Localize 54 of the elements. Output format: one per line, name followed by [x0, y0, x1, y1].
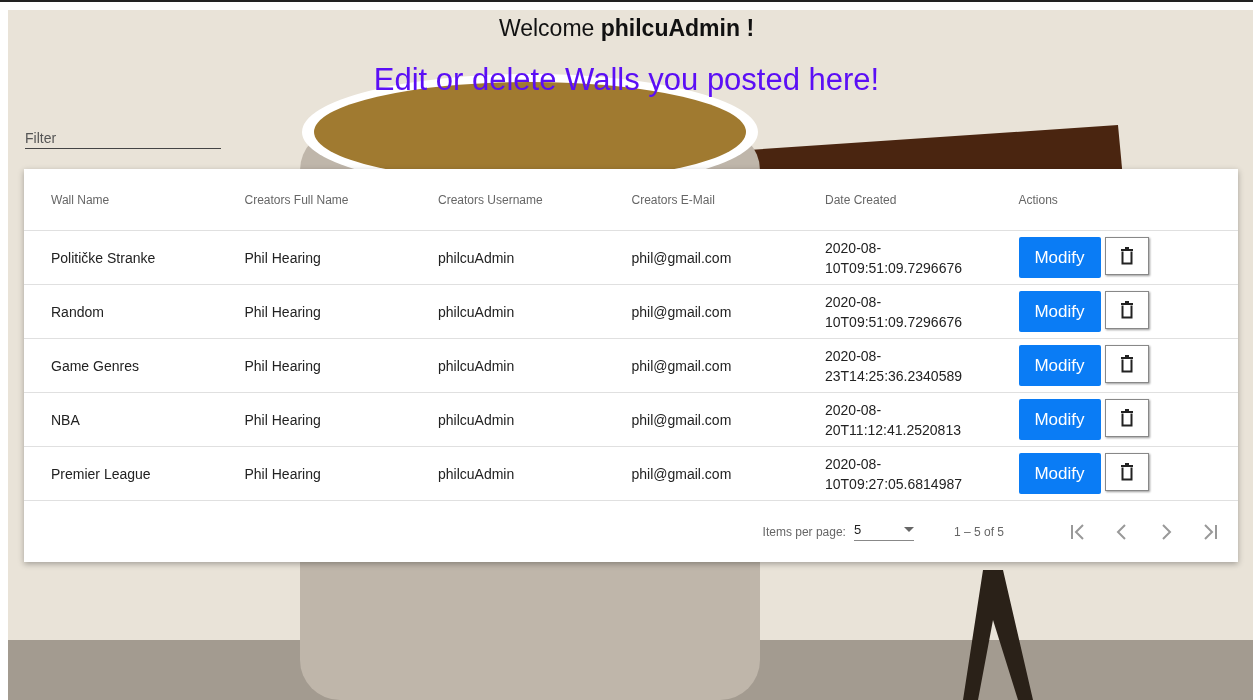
page-size-select[interactable]: 5 [853, 522, 914, 541]
table-cell-text: phil@gmail.com [631, 249, 733, 266]
trash-icon [1119, 247, 1134, 265]
delete-button[interactable] [1104, 453, 1149, 491]
table-cell-text: philcuAdmin [438, 303, 516, 320]
filter-field[interactable]: Filter [25, 128, 221, 149]
modify-button[interactable]: Modify [1018, 345, 1101, 386]
column-header[interactable]: Date Created [825, 192, 1019, 207]
delete-button[interactable] [1104, 237, 1149, 275]
modify-button[interactable]: Modify [1018, 291, 1101, 332]
trash-icon [1119, 301, 1134, 319]
table-cell-text: phil@gmail.com [631, 303, 733, 320]
delete-button[interactable] [1104, 345, 1149, 383]
table-cell-text: 2020-08-10T09:51:09.7296676 [825, 238, 963, 278]
table-cell-text: Random [51, 303, 105, 320]
column-header[interactable]: Creators E-Mail [631, 192, 825, 207]
table-cell-text: philcuAdmin [438, 465, 516, 482]
table-cell-text: Phil Hearing [244, 303, 322, 320]
trash-icon [1119, 463, 1134, 481]
table-cell-text: phil@gmail.com [631, 465, 733, 482]
table-cell-text: Phil Hearing [244, 357, 322, 374]
table-cell-text: Političke Stranke [51, 249, 157, 266]
table-cell-text: philcuAdmin [438, 249, 516, 266]
table-cell-text: philcuAdmin [438, 357, 516, 374]
first-page-icon[interactable] [1070, 522, 1086, 541]
table-cell-text: Phil Hearing [244, 411, 322, 428]
page-range: 1 – 5 of 5 [953, 524, 1004, 539]
table-cell-text: Phil Hearing [244, 249, 322, 266]
column-header[interactable]: Wall Name [51, 192, 245, 207]
welcome-message: Welcome philcuAdmin ! [498, 15, 755, 42]
delete-button[interactable] [1104, 291, 1149, 329]
delete-button[interactable] [1104, 399, 1149, 437]
column-header[interactable]: Creators Username [438, 192, 632, 207]
table-cell-text: 2020-08-10T09:27:05.6814987 [825, 454, 963, 494]
table-cell-text: phil@gmail.com [631, 411, 733, 428]
column-header[interactable]: Actions [1018, 192, 1212, 207]
trash-icon [1119, 409, 1134, 427]
modify-button[interactable]: Modify [1018, 237, 1101, 278]
items-per-page-label: Items per page: [762, 524, 846, 539]
table-cell-text: Game Genres [51, 357, 140, 374]
table-cell-text: philcuAdmin [438, 411, 516, 428]
table-cell-text: 2020-08-20T11:12:41.2520813 [825, 400, 962, 440]
last-page-icon[interactable] [1202, 522, 1218, 541]
table-cell-text: Premier League [51, 465, 152, 482]
modify-button[interactable]: Modify [1018, 453, 1101, 494]
table-cell-text: 2020-08-10T09:51:09.7296676 [825, 292, 963, 332]
table-cell-text: Phil Hearing [244, 465, 322, 482]
table-cell-text: 2020-08-23T14:25:36.2340589 [825, 346, 963, 386]
trash-icon [1119, 355, 1134, 373]
table-cell-text: NBA [51, 411, 81, 428]
table-cell-text: phil@gmail.com [631, 357, 733, 374]
caret-icon [903, 527, 914, 532]
column-header[interactable]: Creators Full Name [244, 192, 438, 207]
modify-button[interactable]: Modify [1018, 399, 1101, 440]
